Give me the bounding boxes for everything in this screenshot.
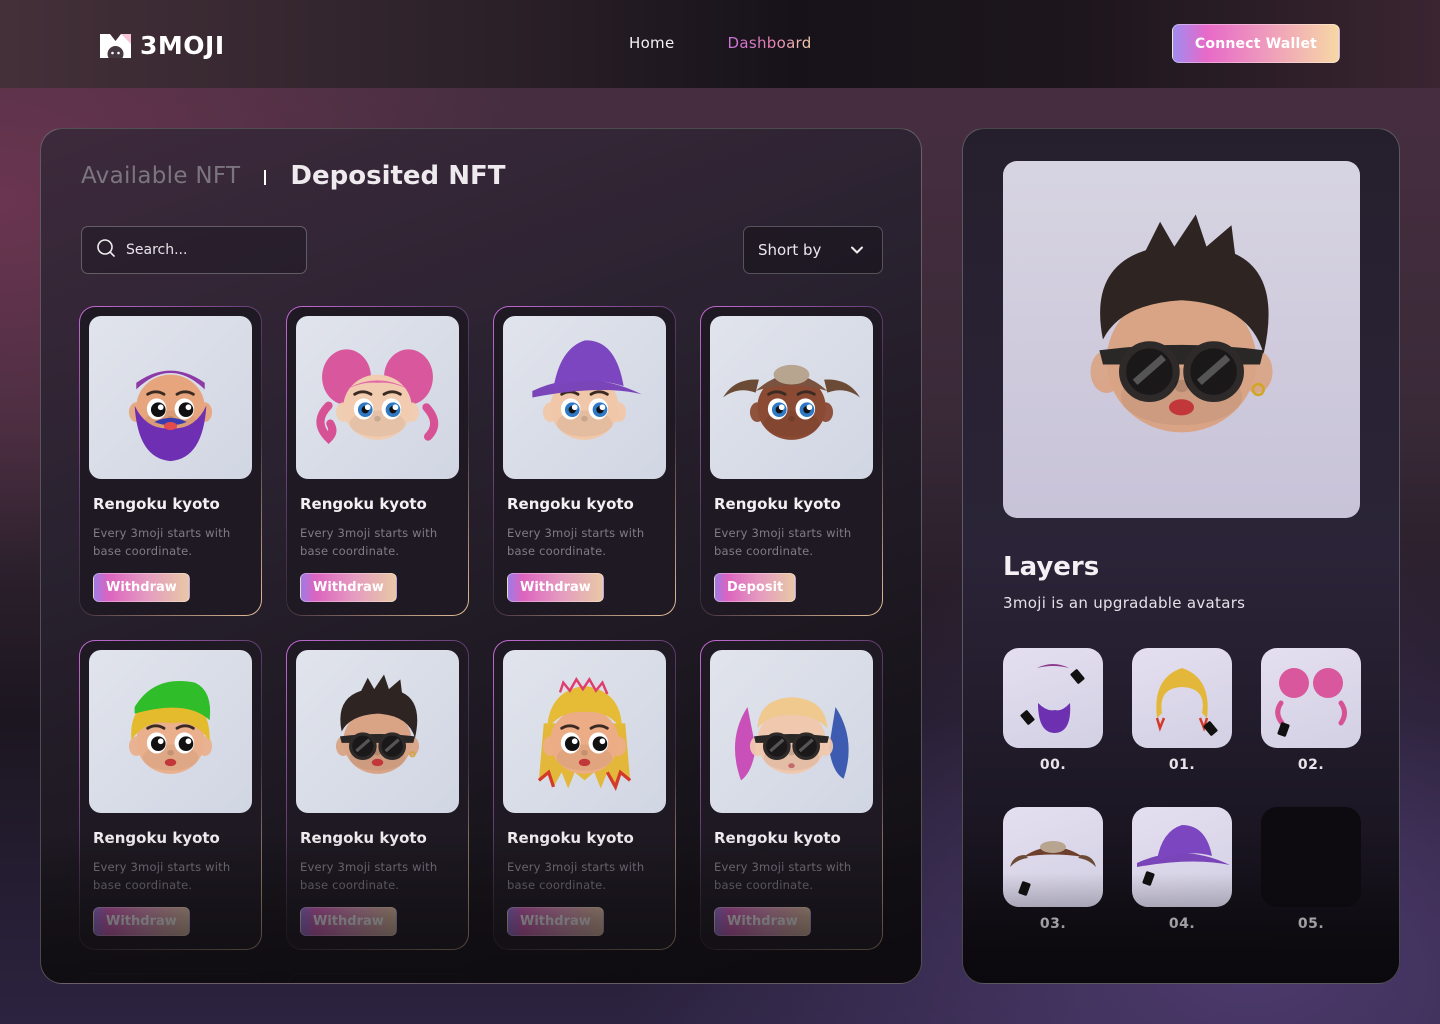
nft-card-body: Rengoku kyoto Every 3moji starts with ba… xyxy=(80,641,261,949)
nft-card-body: Rengoku kyoto Every 3moji starts with ba… xyxy=(80,307,261,615)
layer-item[interactable]: 02. xyxy=(1261,648,1361,807)
nft-card-title: Rengoku kyoto xyxy=(507,495,634,513)
withdraw-button[interactable]: Withdraw xyxy=(300,573,397,602)
nft-card-title: Rengoku kyoto xyxy=(507,829,634,847)
layers-subtitle: 3moji is an upgradable avatars xyxy=(1003,594,1246,612)
avatar-detail-panel: Layers 3moji is an upgradable avatars 00… xyxy=(962,128,1400,984)
nft-card-partial xyxy=(79,973,262,983)
withdraw-button[interactable]: Withdraw xyxy=(714,907,811,936)
nft-avatar-image xyxy=(503,316,666,479)
nft-card-description: Every 3moji starts with base coordinate. xyxy=(714,860,852,892)
nav-dashboard[interactable]: Dashboard xyxy=(728,34,812,52)
nft-card-body: Rengoku kyoto Every 3moji starts with ba… xyxy=(287,641,468,949)
nft-card-body: Rengoku kyoto Every 3moji starts with ba… xyxy=(494,307,675,615)
layer-item[interactable]: 04. xyxy=(1132,807,1232,966)
nft-card[interactable]: Rengoku kyoto Every 3moji starts with ba… xyxy=(79,306,262,616)
nft-card-body: Rengoku kyoto Every 3moji starts with ba… xyxy=(701,641,882,949)
chevron-down-icon xyxy=(850,241,864,259)
nft-card-description: Every 3moji starts with base coordinate. xyxy=(93,526,231,558)
nft-card-partial xyxy=(286,973,469,983)
search-input[interactable] xyxy=(126,242,296,258)
layer-grid: 00. 01. 02. 03. 04. 05. xyxy=(1003,648,1361,966)
nft-card-title: Rengoku kyoto xyxy=(93,829,220,847)
brand-logo[interactable]: 3MOJI xyxy=(100,31,225,62)
nft-card-body: Rengoku kyoto Every 3moji starts with ba… xyxy=(701,307,882,615)
tab-divider xyxy=(264,170,267,185)
layer-thumbnail xyxy=(1261,807,1361,907)
nft-card-body: Rengoku kyoto Every 3moji starts with ba… xyxy=(287,307,468,615)
layers-heading: Layers xyxy=(1003,552,1100,582)
nft-card-title: Rengoku kyoto xyxy=(300,829,427,847)
layer-label: 04. xyxy=(1168,916,1196,932)
nft-avatar-image xyxy=(296,316,459,479)
search-icon xyxy=(96,238,116,262)
layer-item[interactable]: 01. xyxy=(1132,648,1232,807)
nft-card[interactable]: Rengoku kyoto Every 3moji starts with ba… xyxy=(286,306,469,616)
nft-card-description: Every 3moji starts with base coordinate. xyxy=(507,526,645,558)
nft-avatar-image xyxy=(296,650,459,813)
nav-home[interactable]: Home xyxy=(629,34,675,52)
layer-item[interactable]: 03. xyxy=(1003,807,1103,966)
sort-label: Short by xyxy=(758,241,822,259)
nft-card-grid: Rengoku kyoto Every 3moji starts with ba… xyxy=(79,306,883,950)
tab-available-nft[interactable]: Available NFT xyxy=(81,163,240,189)
nft-card-title: Rengoku kyoto xyxy=(93,495,220,513)
layer-label: 05. xyxy=(1297,916,1325,932)
layer-item[interactable]: 05. xyxy=(1261,807,1361,966)
main-nav: Home Dashboard xyxy=(629,34,812,52)
nft-card-title: Rengoku kyoto xyxy=(714,829,841,847)
nft-card-title: Rengoku kyoto xyxy=(300,495,427,513)
nft-card[interactable]: Rengoku kyoto Every 3moji starts with ba… xyxy=(79,640,262,950)
layer-thumbnail xyxy=(1003,807,1103,907)
brand-name: 3MOJI xyxy=(140,31,225,60)
layer-label: 00. xyxy=(1039,757,1067,773)
layer-label: 03. xyxy=(1039,916,1067,932)
withdraw-button[interactable]: Withdraw xyxy=(93,573,190,602)
withdraw-button[interactable]: Withdraw xyxy=(507,907,604,936)
nft-card[interactable]: Rengoku kyoto Every 3moji starts with ba… xyxy=(286,640,469,950)
nft-card-title: Rengoku kyoto xyxy=(714,495,841,513)
layer-thumbnail xyxy=(1003,648,1103,748)
nft-card[interactable]: Rengoku kyoto Every 3moji starts with ba… xyxy=(493,306,676,616)
withdraw-button[interactable]: Withdraw xyxy=(507,573,604,602)
nft-avatar-image xyxy=(89,650,252,813)
layer-thumbnail xyxy=(1132,648,1232,748)
layer-label: 01. xyxy=(1168,757,1196,773)
connect-wallet-button[interactable]: Connect Wallet xyxy=(1172,24,1340,63)
nft-card[interactable]: Rengoku kyoto Every 3moji starts with ba… xyxy=(700,306,883,616)
nft-panel: Available NFT Deposited NFT Short by Ren… xyxy=(40,128,922,984)
nft-card-description: Every 3moji starts with base coordinate. xyxy=(300,860,438,892)
search-box[interactable] xyxy=(81,226,307,274)
avatar-preview-image xyxy=(1003,161,1360,518)
withdraw-button[interactable]: Withdraw xyxy=(93,907,190,936)
layer-item[interactable]: 00. xyxy=(1003,648,1103,807)
nft-card[interactable]: Rengoku kyoto Every 3moji starts with ba… xyxy=(700,640,883,950)
withdraw-button[interactable]: Withdraw xyxy=(300,907,397,936)
nft-avatar-image xyxy=(89,316,252,479)
layer-thumbnail xyxy=(1261,648,1361,748)
sort-dropdown[interactable]: Short by xyxy=(743,226,883,274)
layer-label: 02. xyxy=(1297,757,1325,773)
nft-avatar-image xyxy=(503,650,666,813)
nft-avatar-image xyxy=(710,650,873,813)
layer-thumbnail xyxy=(1132,807,1232,907)
nft-card[interactable]: Rengoku kyoto Every 3moji starts with ba… xyxy=(493,640,676,950)
nft-tabs: Available NFT Deposited NFT xyxy=(81,161,505,191)
deposit-button[interactable]: Deposit xyxy=(714,573,797,602)
nft-card-description: Every 3moji starts with base coordinate. xyxy=(714,526,852,558)
nft-card-description: Every 3moji starts with base coordinate. xyxy=(300,526,438,558)
logo-mark-icon xyxy=(100,33,131,62)
top-navbar: 3MOJI Home Dashboard Connect Wallet xyxy=(0,0,1440,88)
nft-card-body: Rengoku kyoto Every 3moji starts with ba… xyxy=(494,641,675,949)
nft-card-description: Every 3moji starts with base coordinate. xyxy=(93,860,231,892)
tab-deposited-nft[interactable]: Deposited NFT xyxy=(290,161,505,191)
nft-avatar-image xyxy=(710,316,873,479)
nft-card-description: Every 3moji starts with base coordinate. xyxy=(507,860,645,892)
